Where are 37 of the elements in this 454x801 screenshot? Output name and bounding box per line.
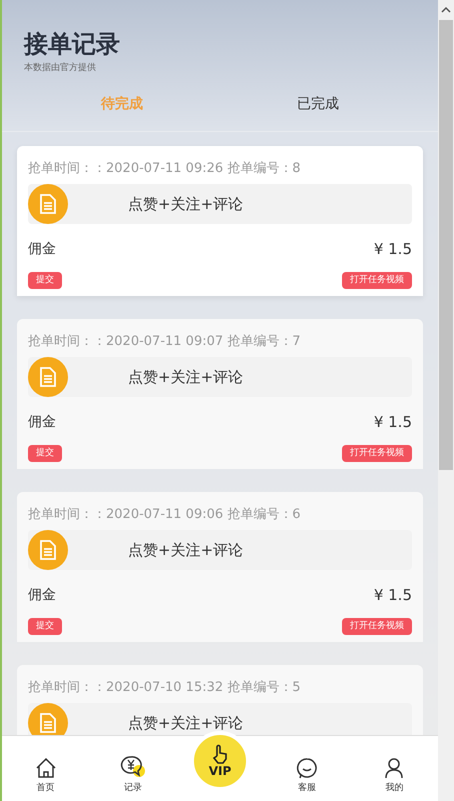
chat-bubble-icon (296, 756, 318, 778)
submit-button[interactable]: 提交 (28, 272, 62, 289)
scrollbar-thumb[interactable] (439, 20, 453, 470)
tab[interactable]: 已完成 (220, 94, 416, 114)
commission-amount: ¥ 1.5 (374, 584, 412, 606)
order-time: 抢单时间：：2020-07-11 09:07 抢单编号：7 (28, 333, 302, 351)
commission-label: 佣金 (28, 412, 56, 432)
order-time: 抢单时间：：2020-07-10 15:32 抢单编号：5 (28, 679, 302, 697)
task-name: 点赞+关注+评论 (128, 712, 244, 734)
commission-amount: ¥ 1.5 (374, 238, 412, 260)
nav-item[interactable]: 首页 (2, 756, 90, 795)
coin-chat-icon (120, 754, 146, 778)
document-icon (28, 184, 68, 224)
commission-amount: ¥ 1.5 (374, 412, 412, 433)
page-title: 接单记录 (24, 29, 121, 60)
task-name: 点赞+关注+评论 (128, 194, 244, 215)
open-video-button[interactable]: 打开任务视频 (342, 445, 412, 462)
task-name: 点赞+关注+评论 (128, 366, 244, 388)
home-icon (34, 756, 57, 778)
order-time: 抢单时间：：2020-07-11 09:26 抢单编号：8 (28, 160, 302, 178)
document-icon (28, 357, 68, 397)
task-name: 点赞+关注+评论 (128, 540, 244, 561)
commission-label: 佣金 (28, 586, 56, 604)
document-icon (28, 530, 68, 570)
hand-icon (211, 744, 229, 764)
nav-item[interactable]: 记录 (89, 754, 176, 795)
open-video-button[interactable]: 打开任务视频 (342, 272, 412, 289)
commission-label: 佣金 (28, 240, 56, 258)
person-icon (384, 756, 404, 778)
nav-item[interactable]: 客服 (264, 756, 351, 795)
order-time: 抢单时间：：2020-07-11 09:06 抢单编号：6 (28, 506, 302, 524)
open-video-button[interactable]: 打开任务视频 (342, 618, 412, 635)
submit-button[interactable]: 提交 (28, 618, 62, 635)
page-subtitle: 本数据由官方提供 (24, 62, 97, 75)
nav-item[interactable]: 我的 (350, 756, 438, 795)
scroll-up-icon[interactable] (441, 6, 451, 14)
submit-button[interactable]: 提交 (28, 445, 62, 462)
